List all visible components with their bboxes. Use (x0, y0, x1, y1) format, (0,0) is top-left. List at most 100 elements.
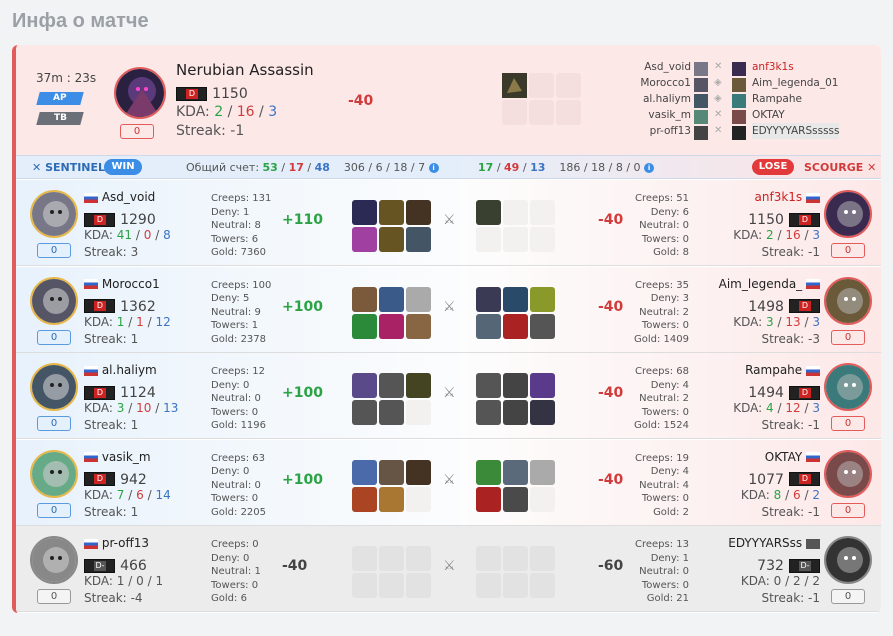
item-slot[interactable] (379, 400, 404, 425)
item-slot[interactable] (476, 459, 501, 485)
item-slot[interactable] (502, 100, 527, 125)
item-slot[interactable] (503, 459, 528, 485)
item-slot[interactable] (379, 200, 404, 225)
item-slot[interactable] (379, 286, 404, 312)
item-slot[interactable] (530, 486, 555, 512)
player-avatar[interactable] (824, 190, 872, 238)
roster-player[interactable]: al.haliym (636, 91, 691, 107)
item-slot[interactable] (503, 400, 528, 425)
player-name[interactable]: EDYYYARSss (706, 536, 820, 550)
item-slot[interactable] (476, 286, 501, 312)
item-slot[interactable] (476, 373, 501, 398)
item-slot[interactable] (352, 573, 377, 598)
player-avatar[interactable] (824, 276, 872, 325)
roster-player[interactable]: Morocco1 (636, 75, 691, 91)
roster-player[interactable]: vasik_m (636, 107, 691, 123)
item-slot[interactable] (379, 227, 404, 252)
item-slot[interactable] (406, 313, 431, 339)
roster-player[interactable]: Rampahe (752, 91, 839, 107)
item-slot[interactable] (406, 286, 431, 312)
item-slot[interactable] (379, 313, 404, 339)
item-slot[interactable] (503, 546, 528, 571)
roster-player[interactable]: anf3k1s (752, 59, 839, 75)
player-avatar[interactable] (30, 363, 78, 411)
item-slot[interactable] (530, 286, 555, 312)
item-slot[interactable] (503, 373, 528, 398)
item-slot[interactable] (530, 313, 555, 339)
item-slot[interactable] (476, 486, 501, 512)
roster-player[interactable]: OKTAY (752, 107, 839, 123)
info-icon[interactable]: i (644, 163, 655, 173)
item-slot[interactable] (476, 400, 501, 425)
item-slot[interactable] (503, 313, 528, 339)
player-name[interactable]: Morocco1 (84, 277, 160, 291)
item-slot[interactable] (503, 573, 528, 598)
item-slot[interactable] (406, 459, 431, 485)
item-slot[interactable] (530, 200, 555, 225)
item-slot[interactable] (502, 73, 527, 98)
item-slot[interactable] (352, 373, 377, 398)
item-slot[interactable] (352, 227, 377, 252)
item-slot[interactable] (352, 486, 377, 512)
player-avatar[interactable] (30, 536, 78, 584)
item-slot[interactable] (503, 227, 528, 252)
item-slot[interactable] (476, 227, 501, 252)
item-slot[interactable] (352, 546, 377, 571)
item-slot[interactable] (476, 313, 501, 339)
item-slot[interactable] (476, 546, 501, 571)
player-avatar[interactable] (30, 449, 78, 498)
item-slot[interactable] (530, 573, 555, 598)
player-name[interactable]: Aim_legenda_ (706, 277, 820, 291)
item-slot[interactable] (406, 400, 431, 425)
item-slot[interactable] (503, 486, 528, 512)
player-name[interactable]: pr-off13 (84, 536, 149, 550)
item-slot[interactable] (406, 546, 431, 571)
item-slot[interactable] (406, 573, 431, 598)
item-slot[interactable] (503, 200, 528, 225)
item-slot[interactable] (406, 200, 431, 225)
item-slot[interactable] (406, 227, 431, 252)
item-slot[interactable] (530, 400, 555, 425)
player-name[interactable]: al.haliym (84, 363, 157, 377)
item-slot[interactable] (352, 459, 377, 485)
item-slot[interactable] (530, 227, 555, 252)
roster-player[interactable]: Aim_legenda_01 (752, 75, 839, 91)
info-icon[interactable]: i (428, 163, 439, 173)
item-slot[interactable] (503, 286, 528, 312)
roster-player[interactable]: Asd_void (636, 59, 691, 75)
roster-player[interactable]: EDYYYYARSsssss (752, 123, 840, 139)
item-slot[interactable] (352, 286, 377, 312)
item-slot[interactable] (352, 313, 377, 339)
item-slot[interactable] (379, 373, 404, 398)
player-avatar[interactable] (824, 536, 872, 584)
item-slot[interactable] (529, 100, 554, 125)
hero-avatar[interactable] (114, 67, 166, 119)
item-slot[interactable] (406, 373, 431, 398)
item-slot[interactable] (379, 459, 404, 485)
player-name[interactable]: anf3k1s (706, 190, 820, 204)
item-slot[interactable] (379, 573, 404, 598)
player-name[interactable]: Asd_void (84, 190, 155, 204)
hero-name[interactable]: Nerubian Assassin (176, 61, 314, 79)
item-slot[interactable] (352, 200, 377, 225)
item-slot[interactable] (406, 486, 431, 512)
item-slot[interactable] (530, 546, 555, 571)
player-avatar[interactable] (824, 449, 872, 498)
player-avatar[interactable] (824, 363, 872, 411)
player-name[interactable]: vasik_m (84, 450, 151, 464)
item-slot[interactable] (530, 373, 555, 398)
item-slot[interactable] (476, 573, 501, 598)
player-name[interactable]: OKTAY (706, 450, 820, 464)
player-avatar[interactable] (30, 190, 78, 238)
item-slot[interactable] (352, 400, 377, 425)
item-slot[interactable] (556, 100, 581, 125)
roster-player[interactable]: pr-off13 (636, 123, 691, 139)
player-name[interactable]: Rampahe (706, 363, 820, 377)
item-slot[interactable] (530, 459, 555, 485)
player-avatar[interactable] (30, 276, 78, 325)
item-slot[interactable] (529, 73, 554, 98)
item-slot[interactable] (379, 486, 404, 512)
item-slot[interactable] (556, 73, 581, 98)
item-slot[interactable] (476, 200, 501, 225)
item-slot[interactable] (379, 546, 404, 571)
